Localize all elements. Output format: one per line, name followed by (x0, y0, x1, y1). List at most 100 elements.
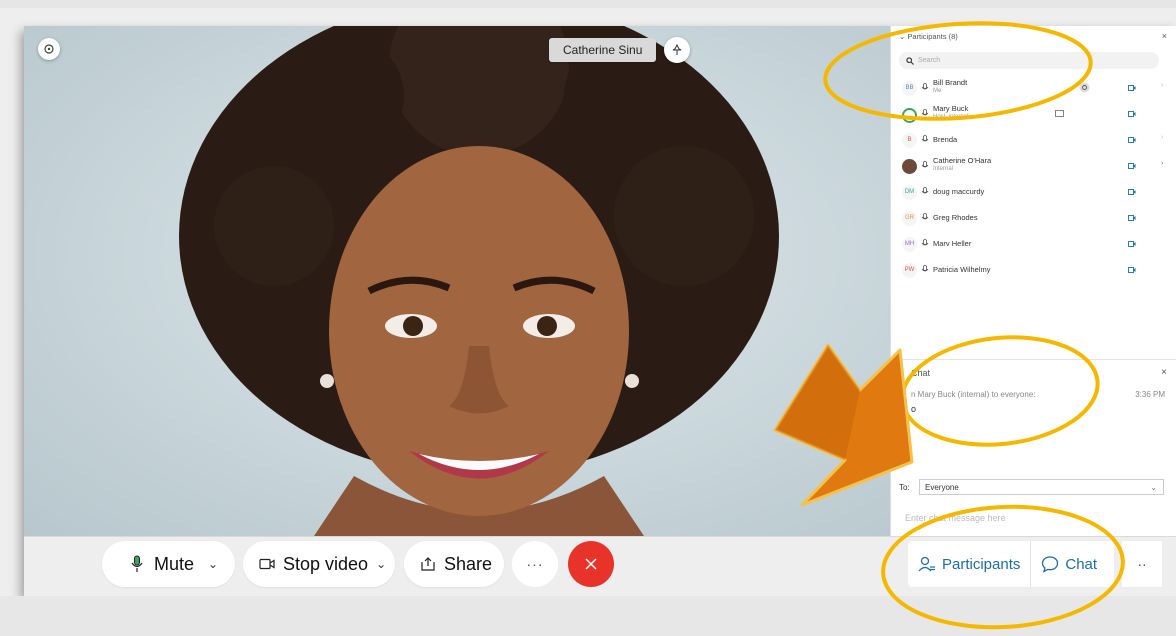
participant-name: Marv Heller (933, 239, 972, 248)
participants-label: Participants (942, 555, 1021, 573)
chat-recipient-value: Everyone (925, 483, 959, 492)
search-icon (906, 56, 914, 65)
stop-video-button[interactable]: Stop video ⌄ (243, 541, 395, 587)
microphone-icon (921, 161, 929, 168)
participant-row[interactable]: GR Greg Rhodes (891, 205, 1176, 231)
chat-message-input[interactable]: Enter chat message here (905, 513, 1006, 523)
participant-role: Me (933, 88, 942, 94)
microphone-icon (921, 135, 929, 142)
microphone-icon (921, 187, 929, 194)
row-chevron: › (1161, 82, 1164, 89)
participant-name: Patricia Wilhelmy (933, 265, 991, 274)
meeting-window: Catherine Sinu ⌄ Participants (8) × Sear… (24, 26, 1176, 596)
avatar: DM (902, 185, 917, 200)
participant-name: Catherine O'Hara (933, 156, 992, 165)
camera-icon (1128, 137, 1136, 143)
settings-icon[interactable] (1079, 82, 1090, 93)
avatar (902, 159, 917, 174)
camera-icon (1128, 111, 1136, 117)
microphone-icon (921, 213, 929, 220)
participant-name: doug maccurdy (933, 187, 985, 196)
panel-toggle-group: Participants Chat (908, 541, 1114, 587)
avatar: PW (902, 263, 917, 278)
avatar: GR (902, 211, 917, 226)
chat-section: Chat × n Mary Buck (internal) to everyon… (891, 359, 1176, 537)
participants-close-button[interactable]: × (1162, 31, 1167, 41)
microphone-icon (921, 109, 929, 116)
participant-row[interactable]: Mary Buck Host, internal (891, 101, 1176, 127)
camera-icon (1128, 241, 1136, 247)
chevron-down-icon: ⌄ (1150, 483, 1157, 492)
participants-header[interactable]: ⌄ Participants (8) (899, 32, 958, 41)
chat-title: Chat (911, 368, 931, 378)
participant-row[interactable]: DM doug maccurdy (891, 179, 1176, 205)
pin-button[interactable] (664, 37, 690, 63)
chevron-down-icon[interactable]: ⌄ (208, 557, 218, 571)
avatar (902, 108, 917, 123)
caption-icon (1055, 110, 1064, 117)
microphone-icon (921, 239, 929, 246)
participant-name: Brenda (933, 135, 958, 144)
camera-icon (1128, 267, 1136, 273)
more-options-right-button[interactable]: ·· (1122, 541, 1162, 587)
avatar: BB (902, 81, 917, 96)
chat-message-sender: n Mary Buck (internal) to everyone: (911, 390, 1036, 399)
search-placeholder: Search (918, 57, 941, 64)
participant-name: Bill Brandt (933, 78, 968, 87)
participant-row[interactable]: MH Marv Heller (891, 231, 1176, 257)
participant-row[interactable]: Catherine O'Hara Internal › (891, 153, 1176, 179)
chat-close-button[interactable]: × (1161, 367, 1167, 378)
slide-bottom-bar (0, 596, 1176, 636)
microphone-icon (921, 265, 929, 272)
participant-name: Greg Rhodes (933, 213, 978, 222)
video-stage: Catherine Sinu (24, 26, 890, 536)
participants-title: Participants (8) (907, 32, 958, 41)
camera-icon (1128, 85, 1136, 91)
participant-role: Internal (933, 166, 954, 172)
chevron-down-icon[interactable]: ⌄ (376, 557, 386, 571)
row-chevron: › (1161, 160, 1164, 167)
participant-name: Mary Buck (933, 104, 969, 113)
chat-message-time: 3:36 PM (1135, 390, 1165, 399)
row-chevron: › (1161, 134, 1164, 141)
chat-button[interactable]: Chat (1031, 541, 1107, 587)
microphone-icon (921, 83, 929, 90)
side-panel: ⌄ Participants (8) × Search BB Bill Bran… (890, 26, 1176, 536)
share-button[interactable]: Share (404, 541, 504, 587)
active-speaker-name: Catherine Sinu (549, 38, 657, 62)
participants-button[interactable]: Participants (908, 541, 1030, 587)
slide-top-bar (0, 0, 1176, 8)
pin-icon (672, 44, 682, 55)
more-options-button[interactable]: ··· (512, 541, 558, 587)
mute-label: Mute (154, 553, 195, 574)
stop-video-label: Stop video (283, 553, 369, 574)
share-icon (421, 557, 435, 571)
camera-icon (1128, 163, 1136, 169)
chat-message-text: o (911, 404, 917, 414)
participant-role: Host, internal (933, 114, 969, 120)
microphone-icon (131, 555, 143, 572)
participant-row[interactable]: BB Bill Brandt Me › (891, 75, 1176, 101)
camera-icon (1128, 215, 1136, 221)
camera-icon (1128, 189, 1136, 195)
chat-bubble-icon (1042, 556, 1059, 573)
avatar: B (902, 133, 917, 148)
meeting-toolbar: Mute ⌄ Stop video ⌄ Share ··· Participan… (24, 536, 1176, 596)
participants-icon (918, 556, 935, 572)
participant-row[interactable]: B Brenda › (891, 127, 1176, 153)
close-icon (585, 558, 597, 570)
avatar: MH (902, 237, 917, 252)
end-call-button[interactable] (568, 541, 614, 587)
share-label: Share (444, 553, 493, 574)
participant-list: BB Bill Brandt Me › Mary Buck Host, inte… (891, 75, 1176, 283)
info-icon (44, 44, 54, 54)
mute-button[interactable]: Mute ⌄ (102, 541, 235, 587)
info-button[interactable] (38, 38, 60, 60)
participants-search-input[interactable]: Search (899, 52, 1159, 69)
participant-row[interactable]: PW Patricia Wilhelmy (891, 257, 1176, 283)
chat-to-label: To: (899, 483, 910, 492)
chat-label: Chat (1065, 555, 1098, 573)
participant-video (179, 26, 779, 536)
chat-recipient-select[interactable]: Everyone ⌄ (919, 479, 1164, 495)
video-camera-icon (259, 558, 275, 570)
